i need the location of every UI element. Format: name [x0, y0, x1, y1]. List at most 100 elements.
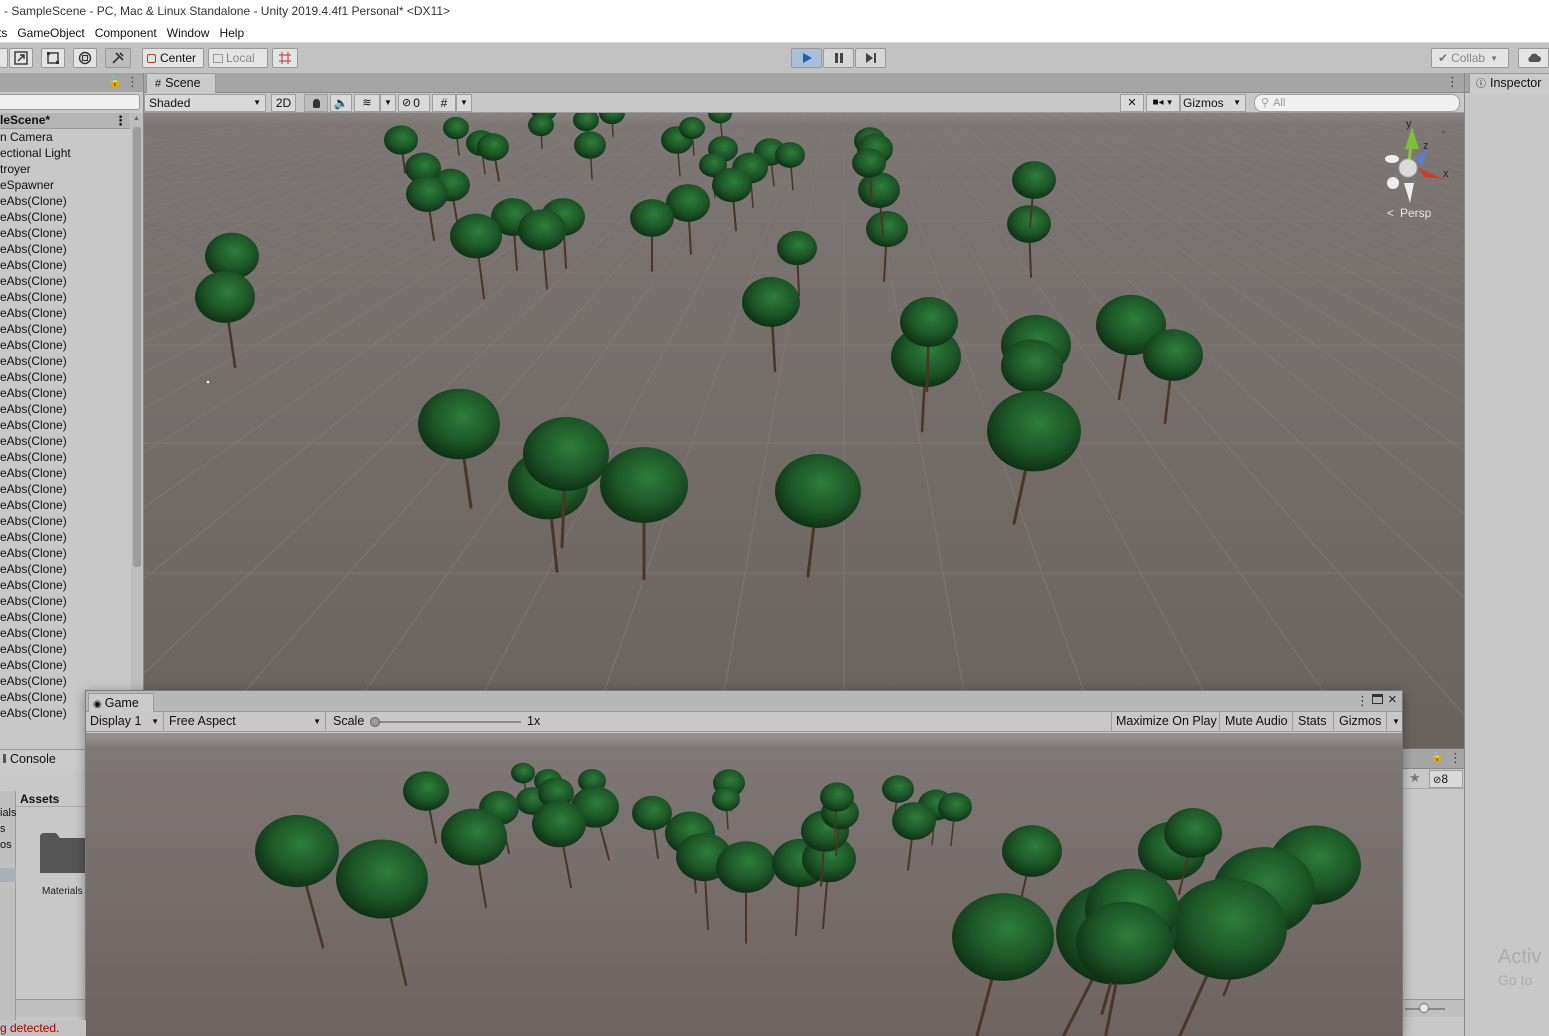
- tab-scene[interactable]: # Scene: [146, 73, 216, 93]
- hierarchy-item[interactable]: eAbs(Clone): [0, 545, 130, 561]
- snap-button[interactable]: [272, 48, 298, 68]
- project-visibility-toggle[interactable]: ⊘8: [1429, 770, 1463, 788]
- scene-search-input[interactable]: ⚲ All: [1254, 94, 1460, 112]
- hierarchy-item[interactable]: eAbs(Clone): [0, 593, 130, 609]
- mute-audio-toggle[interactable]: Mute Audio: [1221, 712, 1293, 732]
- play-button[interactable]: [791, 48, 822, 68]
- game-gizmos-dropdown[interactable]: ▼: [1388, 712, 1402, 732]
- gizmo-lock-icon[interactable]: ▪: [1442, 127, 1445, 137]
- hierarchy-item[interactable]: eSpawner: [0, 177, 130, 193]
- hierarchy-item[interactable]: eAbs(Clone): [0, 257, 130, 273]
- shading-mode-dropdown[interactable]: Shaded ▼: [144, 94, 266, 112]
- hierarchy-item[interactable]: eAbs(Clone): [0, 225, 130, 241]
- hierarchy-item[interactable]: eAbs(Clone): [0, 337, 130, 353]
- custom-tool-button[interactable]: [105, 48, 131, 68]
- hierarchy-item[interactable]: eAbs(Clone): [0, 561, 130, 577]
- hierarchy-item[interactable]: eAbs(Clone): [0, 289, 130, 305]
- tab-console[interactable]: Console: [0, 749, 86, 769]
- tab-game[interactable]: ◉ Game: [88, 693, 154, 712]
- scroll-up-icon[interactable]: ▲: [133, 115, 140, 122]
- pause-button[interactable]: [823, 48, 854, 68]
- hierarchy-item[interactable]: eAbs(Clone): [0, 609, 130, 625]
- hierarchy-item[interactable]: eAbs(Clone): [0, 193, 130, 209]
- hierarchy-item[interactable]: eAbs(Clone): [0, 673, 130, 689]
- hierarchy-item[interactable]: eAbs(Clone): [0, 641, 130, 657]
- tab-inspector[interactable]: ⓘ Inspector: [1469, 73, 1549, 93]
- maximize-on-play-toggle[interactable]: Maximize On Play: [1111, 712, 1220, 732]
- hierarchy-item[interactable]: eAbs(Clone): [0, 625, 130, 641]
- hierarchy-item[interactable]: eAbs(Clone): [0, 417, 130, 433]
- hierarchy-item[interactable]: n Camera: [0, 129, 130, 145]
- move-tool-button[interactable]: [0, 48, 8, 68]
- hierarchy-item[interactable]: eAbs(Clone): [0, 321, 130, 337]
- hierarchy-search-input[interactable]: [0, 94, 140, 110]
- grid-toggle[interactable]: #: [432, 94, 456, 112]
- hierarchy-scroll-thumb[interactable]: [133, 127, 141, 567]
- hierarchy-item[interactable]: eAbs(Clone): [0, 513, 130, 529]
- scene-tools-button[interactable]: ✕: [1120, 94, 1144, 112]
- more-options-icon[interactable]: ⋮: [1449, 750, 1462, 766]
- sidebar-item-selected[interactable]: [0, 868, 16, 882]
- menu-component[interactable]: Component: [95, 26, 167, 40]
- gizmos-dropdown[interactable]: Gizmos ▼: [1180, 94, 1246, 112]
- hierarchy-item[interactable]: eAbs(Clone): [0, 385, 130, 401]
- hierarchy-item[interactable]: eAbs(Clone): [0, 465, 130, 481]
- game-options-icon[interactable]: ⋮: [1356, 693, 1369, 709]
- hierarchy-item[interactable]: eAbs(Clone): [0, 241, 130, 257]
- scene-options-icon[interactable]: ⋮: [1446, 74, 1459, 90]
- hierarchy-item[interactable]: ectional Light: [0, 145, 130, 161]
- hierarchy-scrollbar[interactable]: ▲: [131, 113, 143, 747]
- scene-menu-icon[interactable]: ⋮: [114, 113, 127, 128]
- game-gizmos-toggle[interactable]: Gizmos: [1335, 712, 1387, 732]
- lighting-toggle[interactable]: [304, 94, 328, 112]
- rect-tool-button[interactable]: [41, 48, 65, 68]
- hierarchy-item[interactable]: eAbs(Clone): [0, 401, 130, 417]
- sidebar-item-scenes[interactable]: s: [0, 821, 6, 837]
- scene-viewport[interactable]: y z x ▪ < Persp: [144, 113, 1464, 749]
- hierarchy-item[interactable]: eAbs(Clone): [0, 497, 130, 513]
- hierarchy-item[interactable]: eAbs(Clone): [0, 657, 130, 673]
- display-dropdown[interactable]: Display 1 ▼: [86, 712, 164, 732]
- hierarchy-item[interactable]: eAbs(Clone): [0, 273, 130, 289]
- menu-help[interactable]: Help: [219, 26, 254, 40]
- close-icon[interactable]: ×: [1388, 691, 1397, 708]
- lock-icon[interactable]: 🔒: [1431, 752, 1443, 763]
- hierarchy-item[interactable]: eAbs(Clone): [0, 577, 130, 593]
- hierarchy-item[interactable]: eAbs(Clone): [0, 353, 130, 369]
- step-button[interactable]: [855, 48, 886, 68]
- hierarchy-item[interactable]: eAbs(Clone): [0, 369, 130, 385]
- effects-dropdown[interactable]: ▼: [380, 94, 396, 112]
- aspect-dropdown[interactable]: Free Aspect ▼: [165, 712, 326, 732]
- menu-window[interactable]: Window: [167, 26, 220, 40]
- collab-button[interactable]: ✔ Collab ▼: [1431, 48, 1509, 68]
- hierarchy-item[interactable]: troyer: [0, 161, 130, 177]
- audio-toggle[interactable]: 🔈: [330, 94, 352, 112]
- hierarchy-item[interactable]: eAbs(Clone): [0, 433, 130, 449]
- transform-tool-button[interactable]: [73, 48, 97, 68]
- sidebar-item-prefabs[interactable]: os: [0, 837, 12, 853]
- cloud-button[interactable]: [1518, 48, 1549, 68]
- scale-slider-thumb[interactable]: [370, 717, 380, 727]
- scale-slider-track[interactable]: [375, 721, 521, 723]
- effects-toggle[interactable]: ≋: [354, 94, 380, 112]
- menu-gameobject[interactable]: GameObject: [17, 26, 94, 40]
- hierarchy-item[interactable]: eAbs(Clone): [0, 449, 130, 465]
- stats-toggle[interactable]: Stats: [1294, 712, 1334, 732]
- scene-root-row[interactable]: leScene* ⋮: [0, 113, 130, 129]
- lock-icon[interactable]: 🔒: [108, 75, 122, 88]
- assets-breadcrumb[interactable]: Assets: [16, 791, 86, 807]
- pivot-local-button[interactable]: Local: [208, 48, 268, 68]
- folder-materials[interactable]: [40, 833, 86, 876]
- more-options-icon[interactable]: ⋮: [126, 74, 139, 90]
- hierarchy-item[interactable]: eAbs(Clone): [0, 305, 130, 321]
- menu-assets[interactable]: ts: [0, 26, 17, 40]
- hierarchy-item[interactable]: eAbs(Clone): [0, 481, 130, 497]
- hierarchy-item[interactable]: eAbs(Clone): [0, 209, 130, 225]
- sidebar-item-materials[interactable]: ials: [0, 805, 17, 821]
- favorite-star-icon[interactable]: ★: [1409, 770, 1421, 786]
- pivot-center-button[interactable]: Center: [142, 48, 204, 68]
- grid-dropdown[interactable]: ▼: [456, 94, 472, 112]
- toggle-2d-button[interactable]: 2D: [271, 94, 296, 112]
- projection-label[interactable]: Persp: [1400, 206, 1432, 220]
- scene-visibility-toggle[interactable]: ⊘ 0: [398, 94, 430, 112]
